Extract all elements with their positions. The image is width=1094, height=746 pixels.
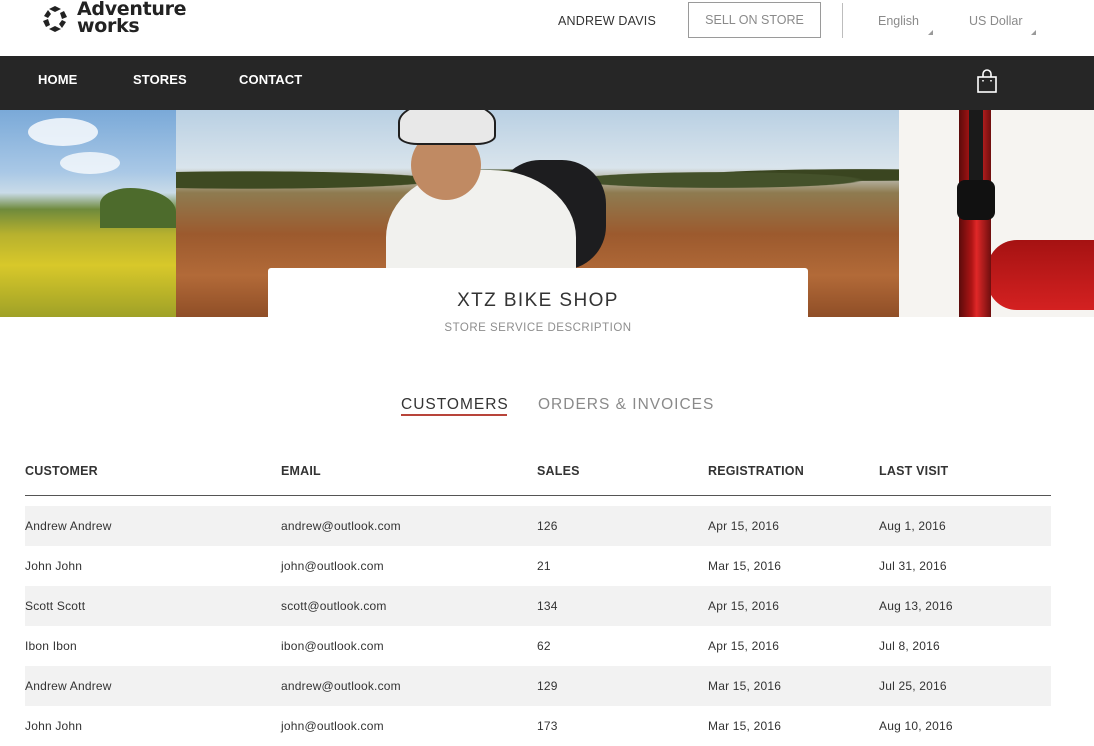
bike-top-tube <box>987 240 1094 310</box>
hero-cloud <box>60 152 120 174</box>
cell-customer: Ibon Ibon <box>25 639 77 653</box>
language-value: English <box>878 14 919 28</box>
cell-last-visit: Jul 8, 2016 <box>879 639 940 653</box>
bike-seat-collar <box>957 180 995 220</box>
cell-customer: John John <box>25 719 83 733</box>
column-header-sales[interactable]: SALES <box>537 464 580 478</box>
hero-cloud <box>28 118 98 146</box>
table-row[interactable]: Ibon Ibon ibon@outlook.com 62 Apr 15, 20… <box>25 626 1051 666</box>
hero-image-bike-frame <box>899 110 1094 317</box>
cell-email: ibon@outlook.com <box>281 639 384 653</box>
nav-home[interactable]: HOME <box>38 72 77 87</box>
rider-helmet <box>398 110 496 145</box>
cell-email: john@outlook.com <box>281 559 384 573</box>
store-title: XTZ BIKE SHOP <box>457 290 619 311</box>
adventure-works-logo-icon <box>43 6 67 32</box>
column-header-customer[interactable]: CUSTOMER <box>25 464 98 478</box>
cell-sales: 134 <box>537 599 558 613</box>
brand-line-2: works <box>77 15 140 37</box>
brand-name: Adventure works <box>77 0 187 37</box>
cell-registration: Apr 15, 2016 <box>708 519 780 533</box>
cell-sales: 126 <box>537 519 558 533</box>
cell-sales: 21 <box>537 559 551 573</box>
language-select[interactable]: English <box>878 14 933 35</box>
table-row[interactable]: Andrew Andrew andrew@outlook.com 126 Apr… <box>25 506 1051 546</box>
brand-logo[interactable]: Adventure works <box>40 0 187 37</box>
cell-customer: Andrew Andrew <box>25 679 112 693</box>
language-caret-icon <box>928 30 933 35</box>
cell-customer: Andrew Andrew <box>25 519 112 533</box>
cell-email: scott@outlook.com <box>281 599 387 613</box>
active-tab-underline <box>401 414 507 416</box>
cell-last-visit: Aug 10, 2016 <box>879 719 953 733</box>
cell-last-visit: Jul 31, 2016 <box>879 559 947 573</box>
sell-on-store-button[interactable]: SELL ON STORE <box>688 2 821 38</box>
cell-last-visit: Jul 25, 2016 <box>879 679 947 693</box>
tab-orders-invoices[interactable]: ORDERS & INVOICES <box>538 396 714 414</box>
header-divider <box>842 3 843 38</box>
currency-select[interactable]: US Dollar <box>969 14 1036 35</box>
bike-seat-post <box>969 110 983 182</box>
top-header: Adventure works ANDREW DAVIS SELL ON STO… <box>0 0 1094 56</box>
customers-table: CUSTOMER EMAIL SALES REGISTRATION LAST V… <box>25 460 1051 746</box>
cell-registration: Mar 15, 2016 <box>708 679 782 693</box>
cell-registration: Apr 15, 2016 <box>708 639 780 653</box>
column-header-last-visit[interactable]: LAST VISIT <box>879 464 948 478</box>
cell-registration: Mar 15, 2016 <box>708 559 782 573</box>
table-row[interactable]: Andrew Andrew andrew@outlook.com 129 Mar… <box>25 666 1051 706</box>
cell-last-visit: Aug 13, 2016 <box>879 599 953 613</box>
cell-email: andrew@outlook.com <box>281 679 401 693</box>
currency-caret-icon <box>1031 30 1036 35</box>
table-header: CUSTOMER EMAIL SALES REGISTRATION LAST V… <box>25 460 1051 496</box>
table-row[interactable]: John John john@outlook.com 173 Mar 15, 2… <box>25 706 1051 746</box>
cell-email: andrew@outlook.com <box>281 519 401 533</box>
cell-last-visit: Aug 1, 2016 <box>879 519 946 533</box>
table-row[interactable]: Scott Scott scott@outlook.com 134 Apr 15… <box>25 586 1051 626</box>
cell-customer: John John <box>25 559 83 573</box>
cell-customer: Scott Scott <box>25 599 86 613</box>
column-header-registration[interactable]: REGISTRATION <box>708 464 804 478</box>
cell-sales: 129 <box>537 679 558 693</box>
column-header-email[interactable]: EMAIL <box>281 464 321 478</box>
cell-sales: 62 <box>537 639 551 653</box>
table-body: Andrew Andrew andrew@outlook.com 126 Apr… <box>25 506 1051 746</box>
user-name-link[interactable]: ANDREW DAVIS <box>558 14 656 28</box>
cell-email: john@outlook.com <box>281 719 384 733</box>
store-info-card: XTZ BIKE SHOP STORE SERVICE DESCRIPTION <box>268 268 808 358</box>
currency-value: US Dollar <box>969 14 1023 28</box>
nav-stores[interactable]: STORES <box>133 72 187 87</box>
hero-image-landscape <box>0 110 176 317</box>
hero-trees <box>100 188 176 228</box>
nav-contact[interactable]: CONTACT <box>239 72 302 87</box>
shopping-bag-icon[interactable] <box>976 69 998 93</box>
cell-registration: Mar 15, 2016 <box>708 719 782 733</box>
main-navbar: HOME STORES CONTACT <box>0 56 1094 110</box>
tab-customers[interactable]: CUSTOMERS <box>401 396 509 414</box>
table-row[interactable]: John John john@outlook.com 21 Mar 15, 20… <box>25 546 1051 586</box>
cell-sales: 173 <box>537 719 558 733</box>
store-description: STORE SERVICE DESCRIPTION <box>444 322 632 334</box>
cell-registration: Apr 15, 2016 <box>708 599 780 613</box>
